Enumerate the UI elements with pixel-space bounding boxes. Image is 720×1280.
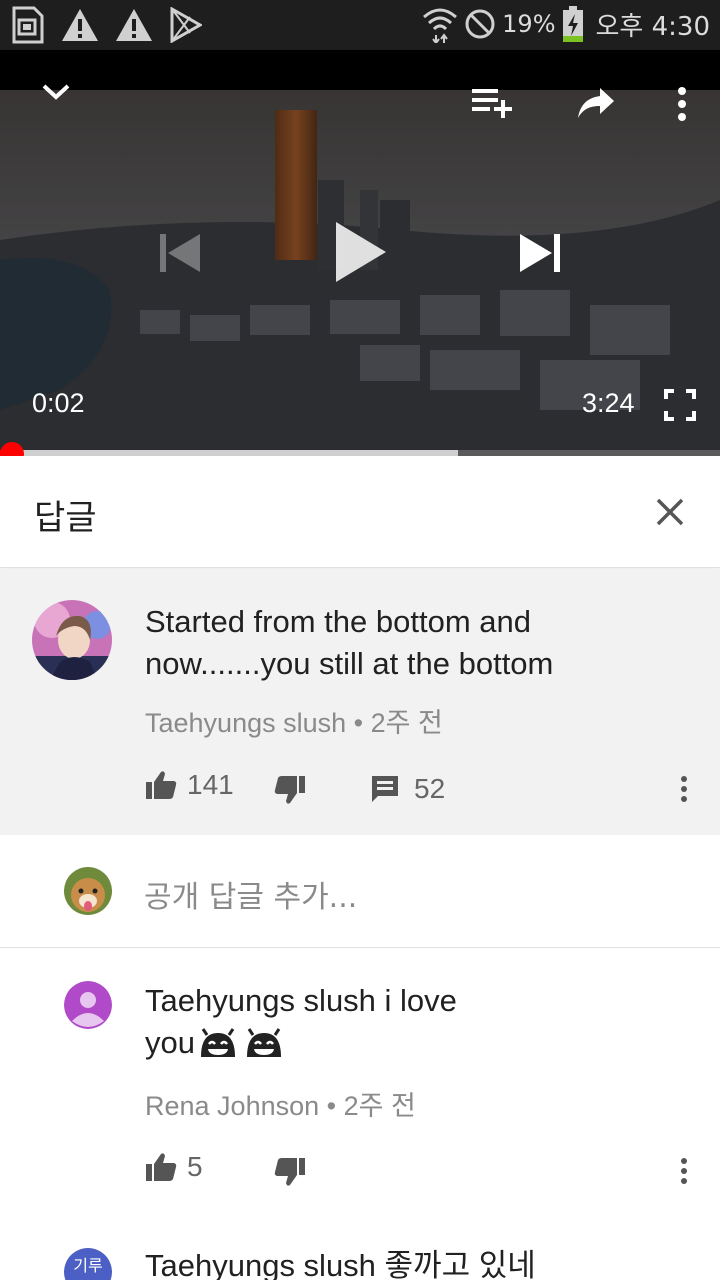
sd-card-icon: [12, 6, 44, 44]
comment-meta: Taehyungs slush • 2주 전: [145, 701, 443, 740]
minimize-chevron-icon[interactable]: [40, 82, 72, 102]
thumb-up-icon: [146, 771, 177, 799]
reply-text-line: Taehyungs slush i love: [145, 983, 457, 1018]
status-bar: 19% 오후 4:30: [0, 0, 720, 50]
add-to-playlist-icon[interactable]: [470, 86, 514, 120]
reply-meta: Rena Johnson • 2주 전: [145, 1084, 416, 1123]
next-icon[interactable]: [518, 232, 562, 274]
panel-title: 답글: [34, 498, 97, 538]
no-disturb-icon: [465, 9, 495, 39]
comment-text: Started from the bottom and now.......yo…: [145, 604, 554, 681]
meta-separator: •: [326, 1091, 344, 1121]
warning-icon: [116, 9, 152, 41]
reply-item: Taehyungs slush i love you Rena Johnson …: [0, 949, 720, 1229]
laughing-emoji-icon: [246, 1028, 281, 1057]
like-count: 5: [187, 1151, 203, 1182]
reply-input[interactable]: 공개 답글 추가...: [144, 872, 357, 916]
thumb-down-icon[interactable]: [274, 775, 306, 805]
like-button[interactable]: 5: [145, 1151, 203, 1183]
reply-text-line: you: [145, 1022, 665, 1064]
main-comment: Started from the bottom and now.......yo…: [0, 569, 720, 835]
previous-icon[interactable]: [158, 232, 202, 274]
reply-item: 기루 Taehyungs slush 좋까고 있네: [0, 1229, 720, 1280]
reply-time: 2주 전: [343, 1091, 416, 1121]
comment-author[interactable]: Taehyungs slush: [145, 708, 346, 738]
avatar-initials: 기루: [73, 1256, 103, 1275]
avatar[interactable]: [32, 600, 112, 680]
like-button[interactable]: 141: [145, 769, 234, 801]
like-count: 141: [187, 769, 234, 800]
avatar[interactable]: [64, 981, 112, 1029]
reply-text-you: you: [145, 1025, 195, 1060]
reply-text: Taehyungs slush 좋까고 있네: [145, 1248, 536, 1280]
reply-text: Taehyungs slush i love you: [145, 980, 665, 1064]
duration: 3:24: [582, 388, 635, 418]
play-icon[interactable]: [334, 220, 388, 284]
reply-count: 52: [414, 773, 446, 804]
fullscreen-icon[interactable]: [664, 389, 696, 421]
more-vert-icon[interactable]: [676, 86, 688, 122]
current-time: 0:02: [32, 388, 85, 418]
add-reply-row[interactable]: 공개 답글 추가...: [0, 836, 720, 948]
replies-header: 답글: [0, 456, 720, 568]
more-vert-icon[interactable]: [674, 1155, 694, 1191]
avatar: [64, 867, 112, 915]
comment-time: 2주 전: [370, 708, 443, 738]
thumb-up-icon: [146, 1153, 177, 1181]
share-icon[interactable]: [576, 86, 616, 120]
meta-separator: •: [353, 708, 371, 738]
video-player[interactable]: 0:02 3:24: [0, 50, 720, 450]
close-icon[interactable]: [650, 492, 690, 532]
more-vert-icon[interactable]: [674, 773, 694, 809]
comment-icon: [372, 776, 398, 802]
reply-author[interactable]: Rena Johnson: [145, 1091, 319, 1121]
thumb-down-icon[interactable]: [274, 1157, 306, 1187]
avatar[interactable]: 기루: [64, 1248, 112, 1280]
warning-icon: [62, 9, 98, 41]
reply-count-button[interactable]: 52: [370, 773, 445, 805]
wifi-icon: [423, 8, 458, 43]
play-store-icon: [170, 7, 202, 43]
clock: 오후 4:30: [595, 11, 711, 42]
battery-percent: 19%: [502, 10, 556, 38]
battery-charging-icon: [562, 6, 583, 42]
laughing-emoji-icon: [200, 1028, 235, 1057]
